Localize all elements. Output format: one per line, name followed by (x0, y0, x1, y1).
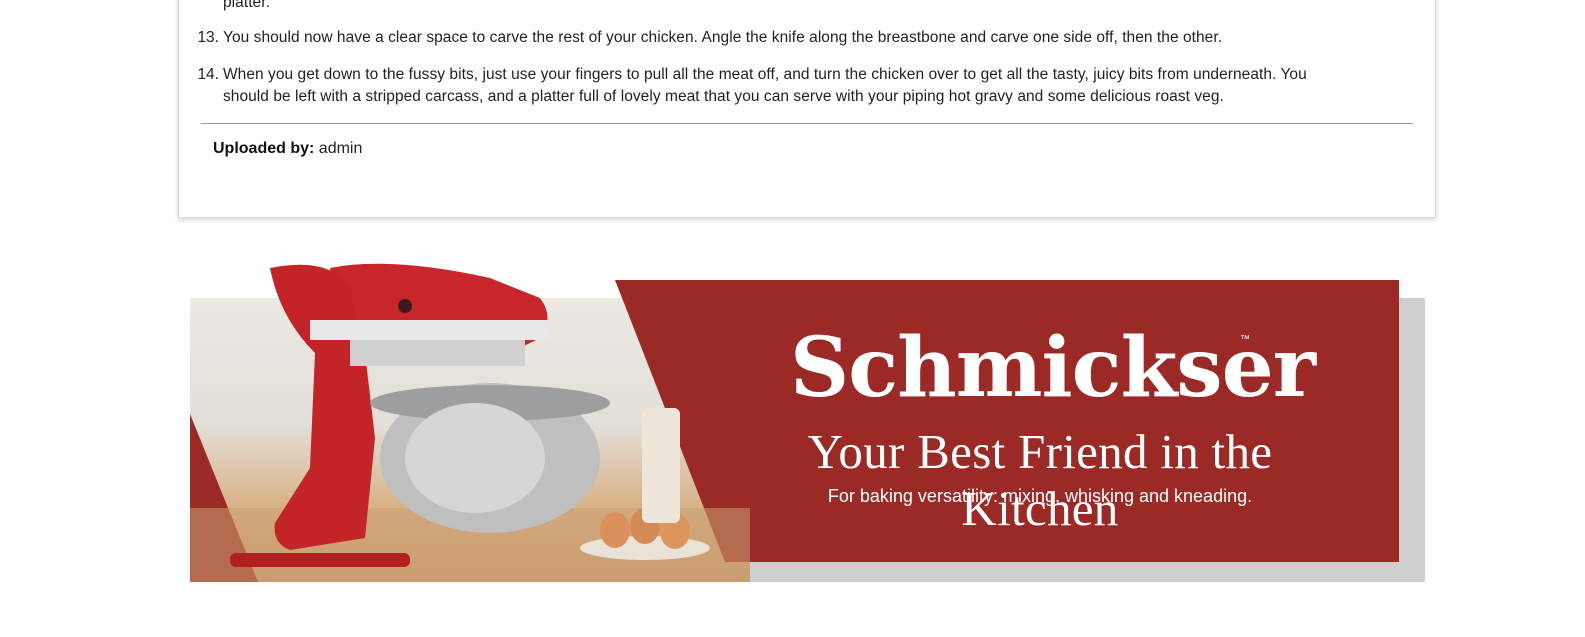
uploaded-by-value: admin (318, 140, 363, 157)
uploaded-by: Uploaded by: admin (213, 138, 362, 160)
uploaded-by-label: Uploaded by: (213, 140, 315, 157)
step-text-continued: should be left with a stripped carcass, … (223, 88, 1224, 105)
advertisement-banner[interactable]: Schmickser ™ Your Best Friend in the Kit… (190, 258, 1425, 582)
step-number: 14. (197, 66, 219, 83)
trademark-symbol: ™ (1240, 334, 1250, 345)
partial-step-text: platter. (223, 0, 270, 11)
egg (600, 512, 630, 548)
step-number: 13. (197, 29, 219, 46)
step-text: You should now have a clear space to car… (223, 29, 1223, 46)
divider (201, 123, 1413, 124)
brand-logo: Schmickser (790, 320, 1316, 416)
step-text: When you get down to the fussy bits, jus… (223, 66, 1307, 83)
banner-tagline: Your Best Friend in the Kitchen (807, 424, 1273, 536)
jar (642, 408, 680, 523)
banner-subline: For baking versatility: mixing, whisking… (827, 486, 1253, 506)
